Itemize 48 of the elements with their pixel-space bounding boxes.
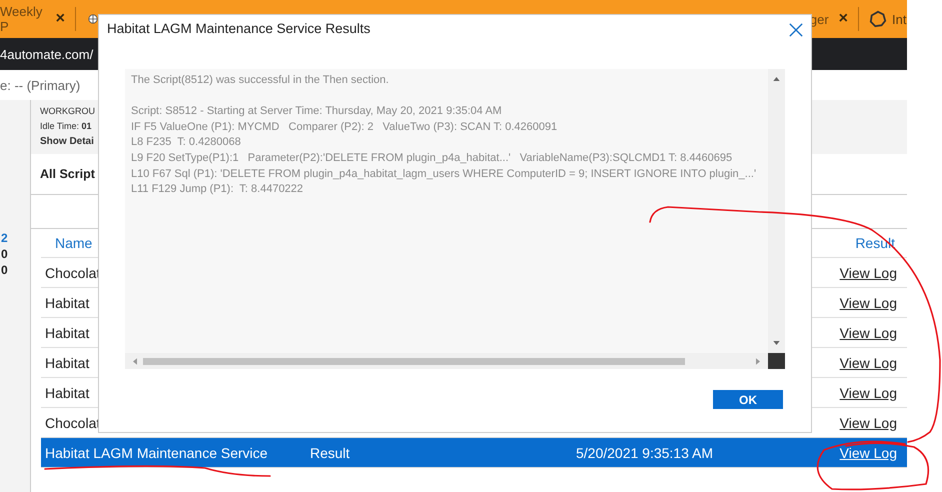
scroll-right-icon[interactable] xyxy=(756,358,760,364)
workgroup-text: WORKGROU xyxy=(40,105,95,118)
horizontal-scrollbar[interactable] xyxy=(125,353,768,369)
scroll-down-icon[interactable] xyxy=(773,341,780,345)
table-cell: Habitat xyxy=(45,294,90,310)
log-line: L11 F129 Jump (P1): T: 8.4470222 xyxy=(131,182,304,198)
tab-title[interactable]: Weekly P xyxy=(0,4,46,34)
table-cell: Habitat LAGM Maintenance Service xyxy=(45,444,268,460)
tab-title[interactable]: Int xyxy=(892,12,906,26)
log-line: The Script(8512) was successful in the Then section. xyxy=(131,73,390,88)
view-log-link[interactable]: View Log xyxy=(840,294,897,310)
table-cell: Habitat xyxy=(45,354,90,370)
log-line: L10 F67 Sql (P1): 'DELETE FROM plugin_p4a_habitat_lagm_users WHERE ComputerID = 9; INSERT IGNORE INTO plugin_...' xyxy=(131,166,758,182)
card-title: All Script xyxy=(40,167,95,181)
idle-time-text: Idle Time: 01 xyxy=(40,120,92,133)
count-text: 0 xyxy=(1,262,9,278)
table-cell: Chocolat xyxy=(45,414,100,430)
view-log-link[interactable]: View Log xyxy=(840,414,897,430)
table-cell: 5/20/2021 9:35:13 AM xyxy=(576,444,713,460)
table-row[interactable]: Habitat LAGM Maintenance Service Result 5/20/2021 9:35:13 AM View Log xyxy=(41,438,907,468)
view-log-link[interactable]: View Log xyxy=(840,354,897,370)
breadcrumb: e: -- (Primary) xyxy=(0,78,80,92)
view-log-link[interactable]: View Log xyxy=(840,324,897,340)
dialog-title: Habitat LAGM Maintenance Service Results xyxy=(107,21,370,36)
ring-icon xyxy=(869,10,887,28)
close-icon[interactable] xyxy=(789,23,803,37)
view-log-link[interactable]: View Log xyxy=(840,444,897,460)
view-log-link[interactable]: View Log xyxy=(840,264,897,280)
count-text: 0 xyxy=(1,246,9,262)
scroll-left-icon[interactable] xyxy=(133,358,137,364)
log-line: L8 F235 T: 0.4280068 xyxy=(131,135,242,150)
scroll-up-icon[interactable] xyxy=(773,77,780,81)
vertical-scrollbar[interactable] xyxy=(768,69,785,353)
ok-button[interactable]: OK xyxy=(713,390,783,409)
table-cell: Result xyxy=(310,444,350,460)
view-log-link[interactable]: View Log xyxy=(840,384,897,400)
count-text: 2 xyxy=(1,230,9,246)
scroll-thumb[interactable] xyxy=(143,358,685,364)
log-line: IF F5 ValueOne (P1): MYCMD Comparer (P2): 2 ValueTwo (P3): SCAN T: 0.4260091 xyxy=(131,120,558,135)
show-details-link[interactable]: Show Detai xyxy=(40,134,94,149)
log-line: L9 F20 SetType(P1):1 Parameter(P2):'DELETE FROM plugin_p4a_habitat...' VariableName(P3):SQLCMD1 T: 8.4460695 xyxy=(131,150,734,166)
table-cell: Habitat xyxy=(45,324,90,340)
address-text[interactable]: 4automate.com/ xyxy=(0,46,94,62)
table-cell: Habitat xyxy=(45,384,90,400)
scrollbar-corner xyxy=(768,353,785,369)
log-line: Script: S8512 - Starting at Server Time: Thursday, May 20, 2021 9:35:04 AM xyxy=(131,104,503,120)
column-header[interactable]: Name xyxy=(55,235,92,251)
table-cell: Chocolat xyxy=(45,264,100,280)
